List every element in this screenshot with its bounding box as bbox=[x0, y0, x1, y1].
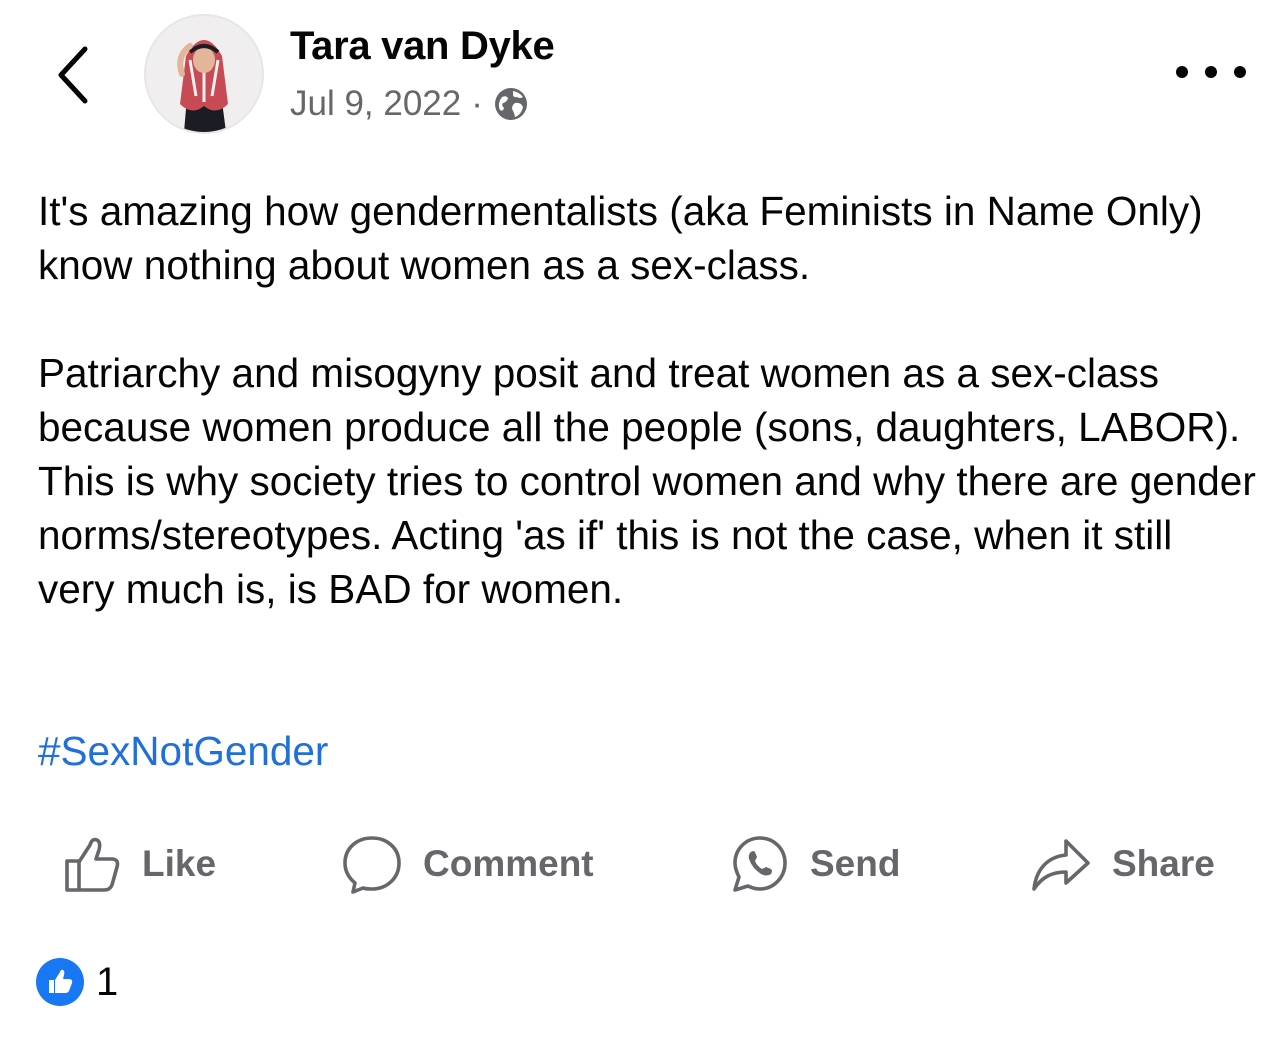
thumbs-up-icon bbox=[65, 837, 120, 892]
like-label: Like bbox=[142, 843, 217, 884]
author-name[interactable]: Tara van Dyke bbox=[290, 24, 555, 69]
action-bar: Like Comment Send Share bbox=[0, 828, 1284, 900]
avatar[interactable] bbox=[144, 14, 264, 134]
back-button[interactable] bbox=[48, 40, 96, 110]
share-button[interactable]: Share bbox=[1030, 828, 1215, 900]
like-reaction-icon bbox=[36, 958, 84, 1006]
comment-label: Comment bbox=[423, 843, 594, 884]
reaction-count: 1 bbox=[96, 959, 119, 1004]
comment-button[interactable]: Comment bbox=[341, 828, 594, 900]
comment-bubble-icon bbox=[343, 836, 401, 894]
more-dot-icon bbox=[1234, 66, 1246, 78]
meta-separator: · bbox=[471, 84, 483, 123]
hashtag-link[interactable]: #SexNotGender bbox=[38, 724, 328, 778]
post-meta: Jul 9, 2022 · bbox=[290, 84, 529, 124]
post-date[interactable]: Jul 9, 2022 bbox=[290, 84, 461, 124]
post-text: It's amazing how gendermentalists (aka F… bbox=[38, 184, 1258, 670]
send-button[interactable]: Send bbox=[730, 828, 900, 900]
whatsapp-icon bbox=[733, 836, 787, 892]
more-options-button[interactable] bbox=[1176, 54, 1246, 90]
globe-icon bbox=[494, 88, 527, 120]
post-paragraph: It's amazing how gendermentalists (aka F… bbox=[38, 188, 1203, 288]
post-paragraph: Patriarchy and misogyny posit and treat … bbox=[38, 350, 1256, 612]
more-dot-icon bbox=[1205, 66, 1217, 78]
more-dot-icon bbox=[1176, 66, 1188, 78]
share-label: Share bbox=[1112, 843, 1215, 884]
chevron-left-icon bbox=[58, 46, 88, 104]
reactions-summary[interactable]: 1 bbox=[36, 958, 118, 1006]
share-arrow-icon bbox=[1032, 839, 1090, 891]
like-button[interactable]: Like bbox=[62, 828, 216, 900]
send-label: Send bbox=[810, 843, 901, 884]
